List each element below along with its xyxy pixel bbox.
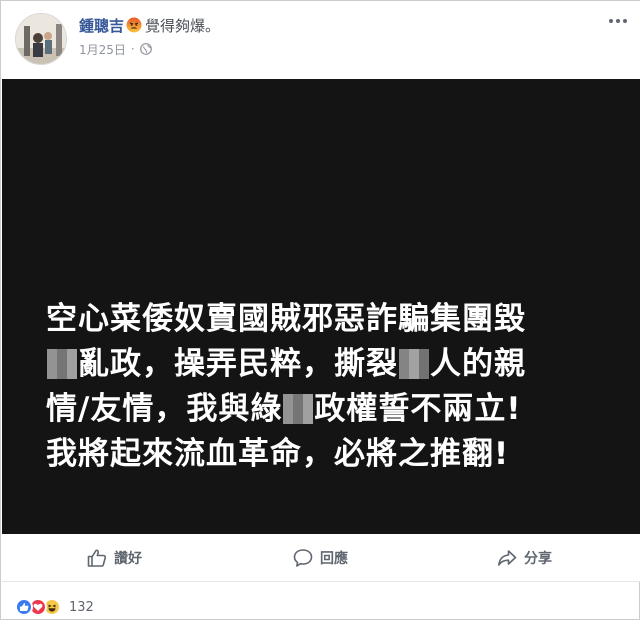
share-label: 分享 (524, 551, 552, 567)
thumbs-up-icon (87, 549, 107, 567)
post-date[interactable]: 1月25日 (79, 41, 126, 58)
comment-label: 回應 (320, 551, 348, 567)
author-name[interactable]: 鍾聰吉 (79, 15, 124, 36)
share-button[interactable]: 分享 (496, 546, 552, 570)
image-text-line-3a: 情/友情，我與綠 (46, 391, 283, 427)
angry-emoji-icon (126, 17, 142, 33)
censored-block (399, 349, 429, 379)
image-text-line-3b: 政權誓不兩立! (314, 391, 522, 427)
feeling-text: 覺得夠爆。 (145, 16, 221, 35)
share-arrow-icon (498, 550, 517, 566)
censored-block (283, 394, 314, 424)
comment-button[interactable]: 回應 (292, 546, 348, 570)
post-image[interactable]: 空心菜倭奴賣國賊邪惡詐騙集團毀 亂政，操弄民粹，撕裂 人的親 情/友情，我與綠 政權… (2, 79, 640, 534)
meta-separator: · (130, 42, 135, 56)
image-text-line-2a: 亂政，操弄民粹，撕裂 (78, 346, 398, 382)
image-text-line-4: 我將起來流血革命，必將之推翻! (46, 436, 510, 472)
avatar-image (16, 14, 66, 64)
like-reaction-icon (15, 598, 33, 616)
action-bar: 讚好 回應 分享 (2, 534, 640, 582)
post-image-text: 空心菜倭奴賣國賊邪惡詐騙集團毀 亂政，操弄民粹，撕裂 人的親 情/友情，我與綠 政權… (46, 297, 616, 477)
post-header: 鍾聰吉 覺得夠爆。 1月25日 · (1, 1, 640, 79)
reaction-count: 132 (69, 599, 94, 615)
image-text-line-2b: 人的親 (430, 346, 526, 382)
reaction-summary[interactable]: 132 (15, 597, 94, 617)
comment-bubble-icon (293, 549, 313, 567)
post-card: 鍾聰吉 覺得夠爆。 1月25日 · 空心菜倭奴賣國賊邪惡詐騙集團毀 亂政，操弄民… (0, 0, 640, 620)
censored-block (47, 349, 77, 379)
author-avatar[interactable] (15, 13, 67, 65)
like-label: 讚好 (114, 551, 142, 567)
post-meta: 1月25日 · (79, 40, 152, 58)
more-options-icon[interactable] (607, 15, 629, 27)
like-button[interactable]: 讚好 (86, 546, 142, 570)
globe-icon[interactable] (139, 43, 152, 55)
author-line: 鍾聰吉 覺得夠爆。 (79, 13, 220, 37)
image-text-line-1: 空心菜倭奴賣國賊邪惡詐騙集團毀 (46, 301, 526, 337)
